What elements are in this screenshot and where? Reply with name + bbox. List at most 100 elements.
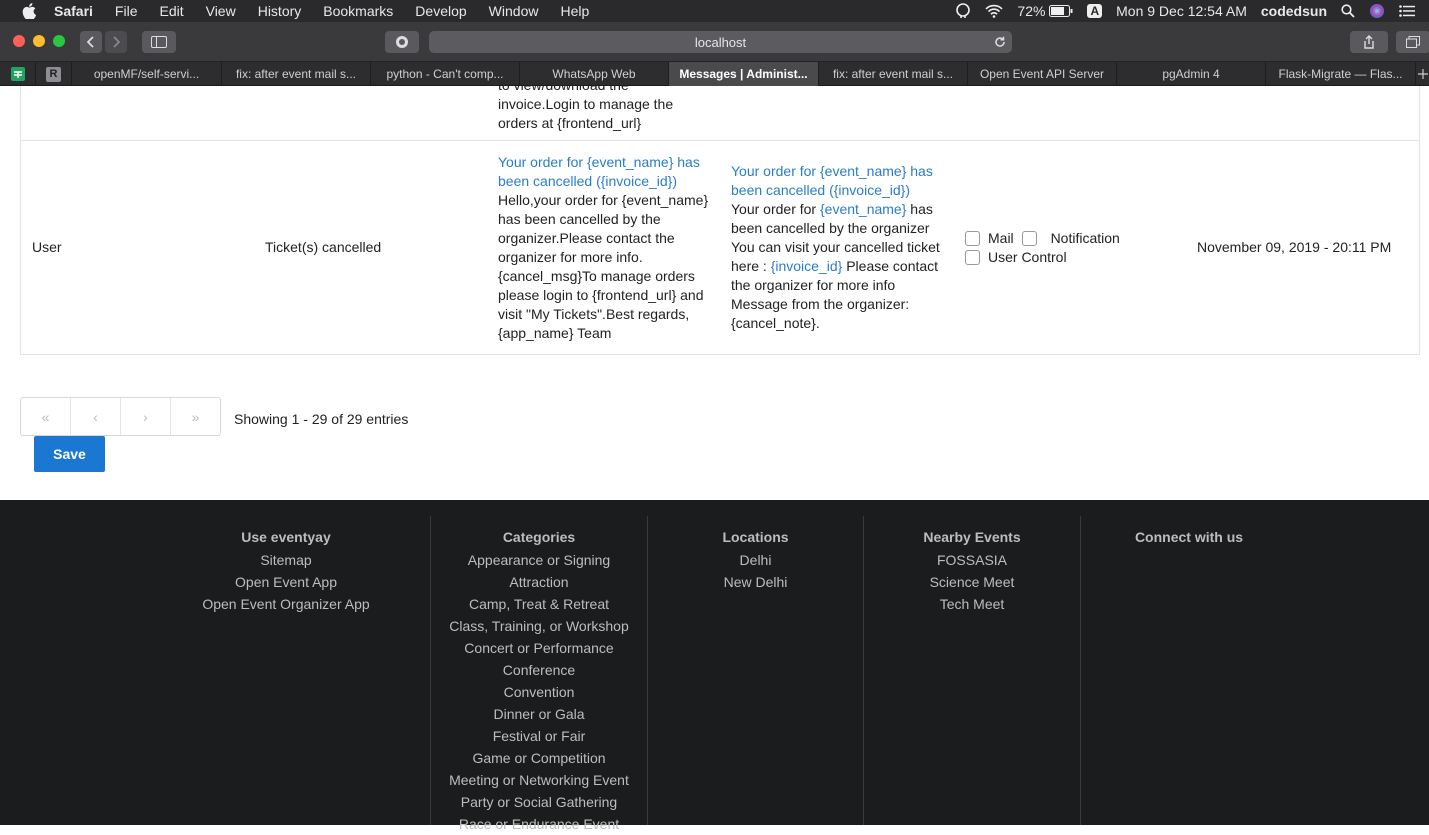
footer-link-location[interactable]: Delhi <box>648 549 863 571</box>
tab-open-event-api[interactable]: Open Event API Server <box>968 62 1117 86</box>
tab-label: Messages | Administ... <box>679 67 808 81</box>
tab-label: Open Event API Server <box>979 67 1105 81</box>
close-window-button[interactable] <box>13 35 25 47</box>
recipient-cell: User <box>32 239 62 255</box>
user-control-checkbox[interactable] <box>965 250 980 265</box>
zoom-window-button[interactable] <box>53 35 65 47</box>
browser-toolbar: localhost <box>0 22 1429 62</box>
email-body-line: to view/download the <box>498 86 718 95</box>
footer-link-nearby-event[interactable]: FOSSASIA <box>864 549 1080 571</box>
email-subject: been cancelled ({invoice_id}) <box>498 173 678 189</box>
minimize-window-button[interactable] <box>33 35 45 47</box>
footer-link-nearby-event[interactable]: Tech Meet <box>864 593 1080 615</box>
site-footer: Use eventyay Sitemap Open Event App Open… <box>0 500 1429 832</box>
email-body-line: orders at {frontend_url} <box>498 115 642 131</box>
apple-menu-icon[interactable] <box>20 2 38 20</box>
extension-button[interactable] <box>385 31 419 53</box>
input-source-indicator[interactable]: A <box>1087 4 1103 18</box>
last-page-button[interactable]: » <box>171 398 220 435</box>
notification-body-line: Your order for {event_name} has <box>731 200 951 219</box>
back-button[interactable] <box>80 31 102 53</box>
menu-bookmarks[interactable]: Bookmarks <box>323 3 393 19</box>
save-button[interactable]: Save <box>34 436 105 472</box>
spotlight-search-icon[interactable] <box>1341 4 1355 18</box>
notification-center-icon[interactable] <box>1399 5 1415 17</box>
grammarly-icon <box>396 36 408 48</box>
tab-openmf[interactable]: openMF/self-servi... <box>72 62 222 86</box>
menu-history[interactable]: History <box>258 3 302 19</box>
tab-whatsapp[interactable]: WhatsApp Web <box>520 62 669 86</box>
pinned-tab-r[interactable]: R <box>36 62 72 86</box>
footer-link-category[interactable]: Conference <box>431 659 647 681</box>
wifi-icon[interactable] <box>985 4 1004 18</box>
postgres-elephant-icon[interactable] <box>955 3 971 19</box>
page-content: to view/download the invoice.Login to ma… <box>0 86 1429 500</box>
footer-link-category[interactable]: Attraction <box>431 571 647 593</box>
footer-link-category[interactable]: Class, Training, or Workshop <box>431 615 647 637</box>
sidebar-toggle-button[interactable] <box>142 31 176 53</box>
user-name[interactable]: codedsun <box>1261 3 1327 19</box>
tab-bar: R openMF/self-servi... fix: after event … <box>0 62 1429 86</box>
tab-flask-migrate[interactable]: Flask-Migrate — Flas... <box>1266 62 1416 86</box>
footer-link-category[interactable]: Festival or Fair <box>431 725 647 747</box>
sidebar-icon <box>151 36 167 48</box>
footer-link-category[interactable]: Camp, Treat & Retreat <box>431 593 647 615</box>
footer-link-location[interactable]: New Delhi <box>648 571 863 593</box>
footer-heading: Locations <box>722 529 789 545</box>
body-text: here : <box>731 258 771 274</box>
email-body-line: {cancel_msg}To manage orders <box>498 268 695 284</box>
body-text: Please contact <box>842 258 939 274</box>
r-icon: R <box>46 66 61 82</box>
pinned-tab-sheets[interactable] <box>0 62 36 86</box>
table-row: to view/download the invoice.Login to ma… <box>20 86 1420 141</box>
next-page-button[interactable]: › <box>121 398 171 435</box>
show-tabs-button[interactable] <box>1396 31 1429 53</box>
menu-develop[interactable]: Develop <box>415 3 466 19</box>
menu-file[interactable]: File <box>115 3 138 19</box>
battery-icon[interactable] <box>1049 5 1073 17</box>
sent-at-cell: November 09, 2019 - 20:11 PM <box>1197 239 1392 255</box>
tab-python[interactable]: python - Can't comp... <box>371 62 520 86</box>
footer-link-open-event-app[interactable]: Open Event App <box>142 571 430 593</box>
new-tab-button[interactable] <box>1416 62 1429 86</box>
tabs-overview-icon <box>1406 36 1420 48</box>
forward-button[interactable] <box>105 31 127 53</box>
notification-body-line: the organizer for more info <box>731 277 896 293</box>
menu-edit[interactable]: Edit <box>159 3 183 19</box>
footer-link-category[interactable]: Party or Social Gathering <box>431 791 647 813</box>
tab-messages-admin[interactable]: Messages | Administ... <box>669 62 819 86</box>
notification-body-line: here : {invoice_id} Please contact <box>731 257 951 276</box>
footer-col-locations: Locations Delhi New Delhi <box>648 516 864 825</box>
prev-page-button[interactable]: ‹ <box>71 398 121 435</box>
footer-link-category[interactable]: Meeting or Networking Event <box>431 769 647 791</box>
email-message-cell: Your order for {event_name} has been can… <box>498 153 718 343</box>
menu-window[interactable]: Window <box>489 3 539 19</box>
menu-view[interactable]: View <box>206 3 236 19</box>
menu-safari[interactable]: Safari <box>54 3 93 19</box>
footer-link-category[interactable]: Dinner or Gala <box>431 703 647 725</box>
tab-fix-mail-2[interactable]: fix: after event mail s... <box>819 62 968 86</box>
footer-link-organizer-app[interactable]: Open Event Organizer App <box>142 593 430 615</box>
address-bar[interactable]: localhost <box>429 31 1012 53</box>
footer-link-nearby-event[interactable]: Science Meet <box>864 571 1080 593</box>
clock[interactable]: Mon 9 Dec 12:54 AM <box>1116 3 1247 19</box>
first-page-button[interactable]: « <box>21 398 71 435</box>
menu-help[interactable]: Help <box>560 3 589 19</box>
footer-link-category[interactable]: Convention <box>431 681 647 703</box>
footer-link-category[interactable]: Game or Competition <box>431 747 647 769</box>
footer-link-category[interactable]: Concert or Performance <box>431 637 647 659</box>
siri-icon[interactable] <box>1369 3 1385 19</box>
mail-checkbox[interactable] <box>965 231 980 246</box>
share-icon <box>1364 35 1374 49</box>
tab-pgadmin[interactable]: pgAdmin 4 <box>1117 62 1266 86</box>
reload-icon[interactable] <box>994 36 1006 48</box>
footer-link-sitemap[interactable]: Sitemap <box>142 549 430 571</box>
notification-checkbox[interactable] <box>1021 231 1037 246</box>
footer-link-category[interactable]: Race or Endurance Event <box>431 813 647 835</box>
share-button[interactable] <box>1350 31 1388 53</box>
footer-link-category[interactable]: Appearance or Signing <box>431 549 647 571</box>
tab-fix-mail-1[interactable]: fix: after event mail s... <box>222 62 371 86</box>
options-cell: Mail Notification User Control <box>965 229 1185 267</box>
email-body-line: visit "My Tickets".Best regards, <box>498 306 690 322</box>
footer-col-nearby-events: Nearby Events FOSSASIA Science Meet Tech… <box>864 516 1081 825</box>
